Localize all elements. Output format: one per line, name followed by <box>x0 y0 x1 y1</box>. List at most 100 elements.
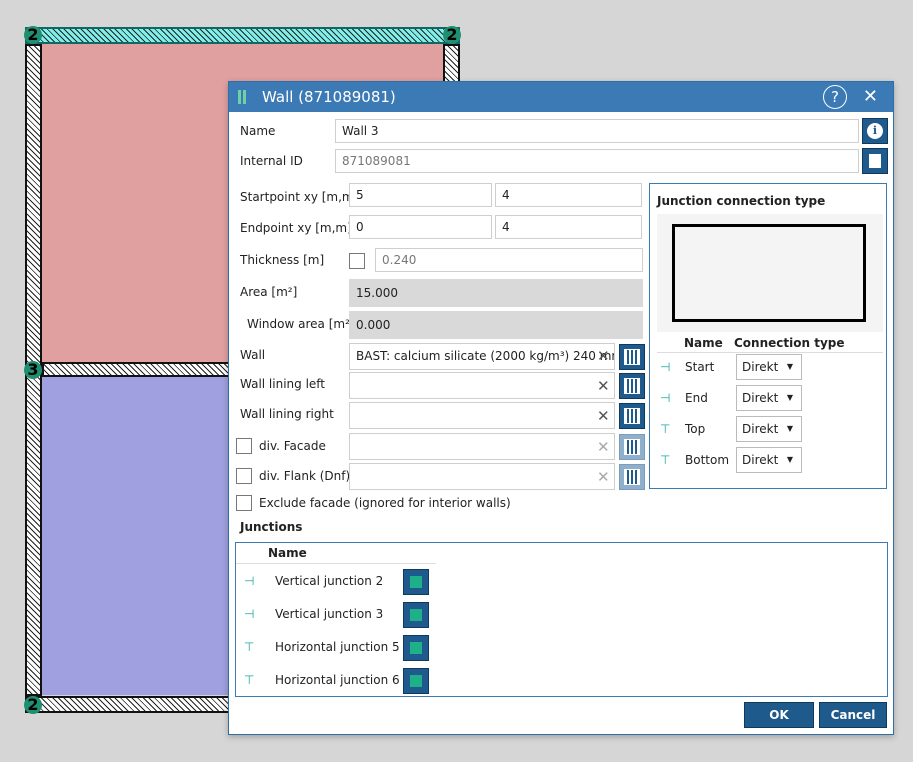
junction-row-top: ⊤ Top Direkt ▼ <box>657 414 883 444</box>
internal-id-field: 871089081 <box>335 149 859 173</box>
wall-bottom[interactable] <box>25 696 230 713</box>
clear-wall-icon[interactable]: ✕ <box>597 347 610 365</box>
col-connection-type: Connection type <box>734 336 845 350</box>
lining-right-field[interactable] <box>349 402 615 429</box>
lining-left-field[interactable] <box>349 372 615 399</box>
info-icon: i <box>867 123 883 139</box>
dropdown-value: Direkt <box>742 422 779 436</box>
lining-left-select-button[interactable] <box>619 373 645 399</box>
junction-name: Horizontal junction 6 <box>275 673 400 687</box>
div-flank-field <box>349 463 615 490</box>
go-icon <box>410 642 422 654</box>
chevron-down-icon: ▼ <box>786 362 793 371</box>
wall-select-button[interactable] <box>619 344 645 370</box>
go-to-junction-button[interactable] <box>403 569 429 595</box>
junction-item[interactable]: ⊣ Vertical junction 3 <box>236 598 886 631</box>
lining-right-select-button[interactable] <box>619 403 645 429</box>
junction-table-header: Name Connection type <box>657 334 883 353</box>
connection-type-dropdown[interactable]: Direkt ▼ <box>736 447 802 473</box>
wall-middle[interactable] <box>42 362 232 377</box>
node-label[interactable]: 2 <box>443 26 461 44</box>
div-flank-checkbox[interactable] <box>236 468 252 484</box>
horizontal-junction-icon: ⊤ <box>660 422 671 436</box>
connection-type-dropdown[interactable]: Direkt ▼ <box>736 385 802 411</box>
startpoint-x-input[interactable]: 5 <box>349 183 492 207</box>
col-name: Name <box>684 336 723 350</box>
junction-item[interactable]: ⊤ Horizontal junction 6 <box>236 664 886 697</box>
div-facade-checkbox[interactable] <box>236 438 252 454</box>
vertical-junction-icon: ⊣ <box>660 391 671 405</box>
name-input[interactable]: Wall 3 <box>335 119 859 143</box>
wall-icon <box>238 90 248 104</box>
close-button[interactable]: ✕ <box>863 86 878 107</box>
exclude-facade-checkbox[interactable] <box>236 495 252 511</box>
startpoint-y-input[interactable]: 4 <box>495 183 642 207</box>
endpoint-y-input[interactable]: 4 <box>495 215 642 239</box>
connection-type-dropdown[interactable]: Direkt ▼ <box>736 416 802 442</box>
dialog-title: Wall (871089081) <box>262 88 396 106</box>
dialog-titlebar[interactable]: Wall (871089081) ? ✕ <box>229 82 893 112</box>
junction-name: Vertical junction 2 <box>275 574 384 588</box>
info-button[interactable]: i <box>862 118 888 144</box>
wall-right[interactable] <box>443 44 460 84</box>
area-field: 15.000 <box>349 279 643 307</box>
junction-panel-title: Junction connection type <box>657 194 826 208</box>
go-to-junction-button[interactable] <box>403 668 429 694</box>
exclude-facade-label: Exclude facade (ignored for interior wal… <box>259 496 511 510</box>
go-to-junction-button[interactable] <box>403 635 429 661</box>
vertical-junction-icon: ⊣ <box>660 360 671 374</box>
layers-icon <box>624 408 640 424</box>
copy-button[interactable] <box>862 148 888 174</box>
startpoint-label: Startpoint xy [m,m] <box>240 190 359 204</box>
horizontal-junction-icon: ⊤ <box>244 640 255 654</box>
layers-icon <box>624 469 640 485</box>
go-icon <box>410 675 422 687</box>
wall-preview-rect <box>672 224 866 322</box>
clear-lining-left-icon[interactable]: ✕ <box>597 377 610 395</box>
wall-construction-field[interactable]: BAST: calcium silicate (2000 kg/m³) 240 … <box>349 343 615 370</box>
chevron-down-icon: ▼ <box>786 393 793 402</box>
wall-label: Wall <box>240 348 266 362</box>
thickness-checkbox[interactable] <box>349 253 365 269</box>
go-icon <box>410 609 422 621</box>
dropdown-value: Direkt <box>742 453 779 467</box>
lining-left-label: Wall lining left <box>240 377 326 391</box>
lining-right-label: Wall lining right <box>240 407 334 421</box>
junction-item[interactable]: ⊣ Vertical junction 2 <box>236 565 886 598</box>
node-label[interactable]: 2 <box>24 696 42 714</box>
ok-button[interactable]: OK <box>744 702 814 728</box>
div-flank-select-button <box>619 464 645 490</box>
horizontal-junction-icon: ⊤ <box>660 453 671 467</box>
name-label: Name <box>240 124 276 138</box>
cancel-button[interactable]: Cancel <box>819 702 887 728</box>
window-area-label: Window area [m²] <box>247 317 355 331</box>
node-label[interactable]: 2 <box>24 26 42 44</box>
junction-row-end: ⊣ End Direkt ▼ <box>657 383 883 413</box>
junction-item[interactable]: ⊤ Horizontal junction 5 <box>236 631 886 664</box>
connection-type-dropdown[interactable]: Direkt ▼ <box>736 354 802 380</box>
go-icon <box>410 576 422 588</box>
junction-name: Horizontal junction 5 <box>275 640 400 654</box>
clear-div-flank-icon: ✕ <box>597 468 610 486</box>
vertical-junction-icon: ⊣ <box>244 607 255 621</box>
help-button[interactable]: ? <box>823 85 847 109</box>
go-to-junction-button[interactable] <box>403 602 429 628</box>
internal-id-label: Internal ID <box>240 154 303 168</box>
clear-lining-right-icon[interactable]: ✕ <box>597 407 610 425</box>
junctions-list: Name ⊣ Vertical junction 2 ⊣ Vertical ju… <box>235 542 888 697</box>
dropdown-value: Direkt <box>742 360 779 374</box>
selected-wall-top[interactable] <box>25 27 460 44</box>
clear-div-facade-icon: ✕ <box>597 438 610 456</box>
document-icon <box>869 154 881 168</box>
div-facade-field <box>349 433 615 460</box>
junction-row-name: Top <box>685 422 706 436</box>
junction-row-name: Bottom <box>685 453 730 467</box>
endpoint-x-input[interactable]: 0 <box>349 215 492 239</box>
endpoint-label: Endpoint xy [m,m] <box>240 221 352 235</box>
node-label[interactable]: 3 <box>24 361 42 379</box>
layers-icon <box>624 439 640 455</box>
junction-row-start: ⊣ Start Direkt ▼ <box>657 352 883 382</box>
window-area-field: 0.000 <box>349 311 643 339</box>
junction-row-bottom: ⊤ Bottom Direkt ▼ <box>657 445 883 475</box>
div-flank-label: div. Flank (Dnf) <box>259 469 351 483</box>
